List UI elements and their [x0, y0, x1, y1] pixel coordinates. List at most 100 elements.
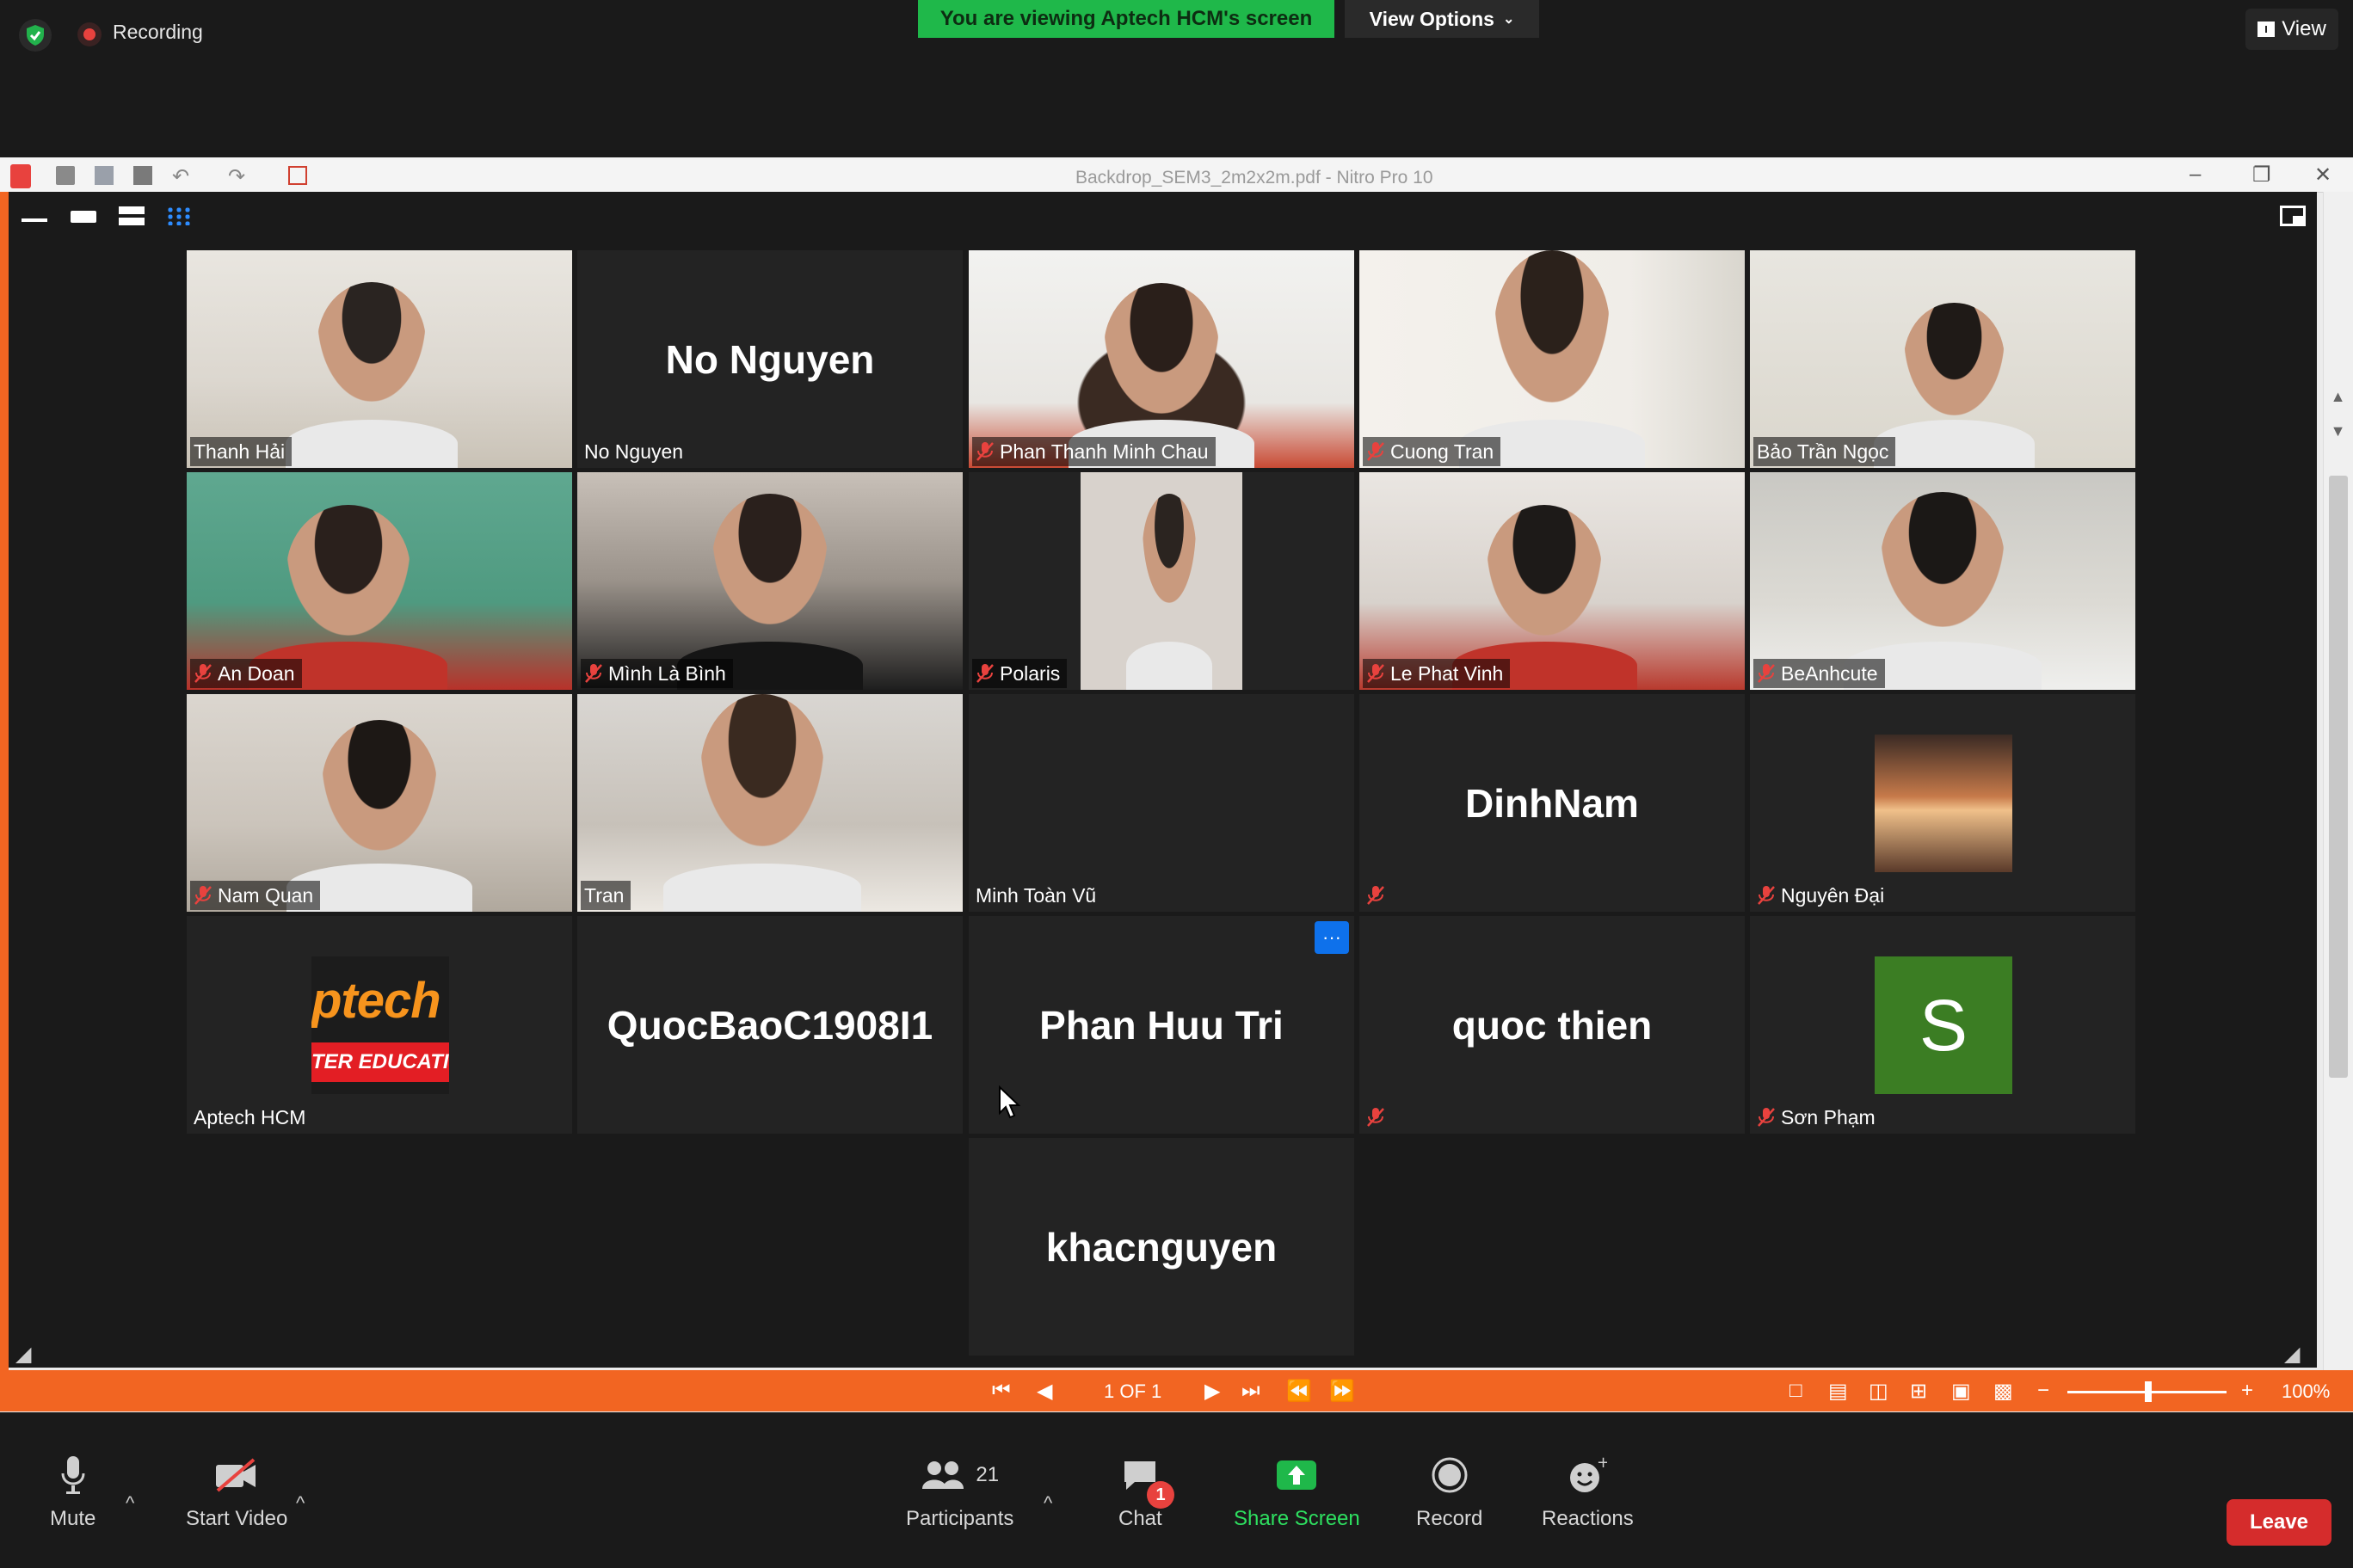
- view-options-button[interactable]: View Options ⌄: [1345, 0, 1539, 38]
- encryption-shield-icon[interactable]: [19, 19, 52, 52]
- muted-microphone-icon: [1366, 885, 1385, 906]
- view-button[interactable]: View: [2245, 9, 2338, 50]
- participant-name-label: Tran: [581, 881, 631, 910]
- chevron-down-icon: ⌄: [1502, 12, 1515, 27]
- nitro-title-bar: ↶ ↷ Backdrop_SEM3_2m2x2m.pdf - Nitro Pro…: [0, 157, 2353, 193]
- grid-view-icon: [2258, 22, 2276, 37]
- save-icon: [95, 166, 114, 185]
- participant-name: Sơn Phạm: [1781, 1105, 1876, 1128]
- participants-button[interactable]: 21 Participants: [906, 1454, 1013, 1531]
- participant-tile[interactable]: Thanh Hải: [187, 250, 572, 468]
- participant-name-label: Mình Là Bình: [581, 659, 733, 688]
- zoom-out-icon: −: [2037, 1379, 2050, 1402]
- participant-tile[interactable]: Polaris: [969, 472, 1354, 690]
- participant-tile[interactable]: Cuong Tran: [1359, 250, 1745, 468]
- participant-name-label: Nam Quan: [190, 881, 321, 910]
- aptech-logo: ptech TER EDUCATIO: [311, 956, 449, 1094]
- muted-microphone-icon: [976, 663, 995, 684]
- resize-handle-right[interactable]: ◢: [2284, 1342, 2300, 1367]
- first-page-icon: ⏮: [992, 1379, 1011, 1402]
- facing-view-icon: ◫: [1869, 1380, 1888, 1403]
- more-options-button[interactable]: ···: [1315, 921, 1349, 954]
- participant-tile[interactable]: Le Phat Vinh: [1359, 472, 1745, 690]
- exit-fullscreen-icon[interactable]: [2280, 206, 2306, 226]
- participant-tile[interactable]: Bảo Trần Ngọc: [1750, 250, 2135, 468]
- participant-tile[interactable]: quoc thien: [1359, 916, 1745, 1134]
- view-options-label: View Options: [1369, 7, 1494, 30]
- resize-handle-left[interactable]: ◢: [15, 1342, 31, 1367]
- participant-name: Le Phat Vinh: [1390, 661, 1504, 685]
- participant-name-label: Cuong Tran: [1363, 437, 1501, 466]
- participant-tile[interactable]: khacnguyen: [969, 1138, 1354, 1356]
- video-options-caret-icon[interactable]: ^: [296, 1492, 305, 1515]
- participant-figure: [1904, 302, 2005, 416]
- participant-video: [577, 472, 963, 690]
- recording-icon[interactable]: [77, 22, 102, 46]
- strip-view-icon[interactable]: [119, 206, 145, 225]
- participant-tile[interactable]: DinhNam: [1359, 694, 1745, 912]
- participant-name: BeAnhcute: [1781, 661, 1878, 685]
- speaker-view-icon[interactable]: [71, 206, 96, 225]
- participant-name: No Nguyen: [584, 440, 684, 463]
- participant-display-name: quoc thien: [1451, 1002, 1653, 1048]
- audio-options-caret-icon[interactable]: ^: [126, 1492, 134, 1515]
- close-icon: ✕: [2314, 163, 2332, 187]
- participant-tile[interactable]: Mình Là Bình: [577, 472, 963, 690]
- participant-name-label: Polaris: [972, 659, 1068, 688]
- participant-tile[interactable]: ptech TER EDUCATIOAptech HCM: [187, 916, 572, 1134]
- participant-tile[interactable]: Nam Quan: [187, 694, 572, 912]
- participant-body: [663, 864, 861, 912]
- participant-figure: [321, 720, 438, 852]
- scroll-up-icon: ▲: [2330, 387, 2346, 405]
- participant-name-label: No Nguyen: [581, 437, 690, 466]
- svg-text:+: +: [1597, 1455, 1607, 1472]
- mute-button[interactable]: Mute: [50, 1454, 95, 1531]
- forward-view-icon: ⏩: [1329, 1380, 1355, 1403]
- participant-tile[interactable]: Tran: [577, 694, 963, 912]
- participants-caret-icon[interactable]: ^: [1044, 1492, 1052, 1515]
- participant-tile[interactable]: Minh Toàn Vũ: [969, 694, 1354, 912]
- participant-name: Tran: [584, 883, 625, 907]
- muted-microphone-icon: [1366, 663, 1385, 684]
- participant-tile[interactable]: Phan Huu Tri ···: [969, 916, 1354, 1134]
- record-button[interactable]: Record: [1416, 1454, 1482, 1531]
- start-video-button[interactable]: Start Video: [186, 1454, 287, 1531]
- record-label: Record: [1416, 1507, 1483, 1530]
- split-view-icon: ▩: [1993, 1380, 2013, 1403]
- participant-name-label: Le Phat Vinh: [1363, 659, 1511, 688]
- participant-name-label: An Doan: [190, 659, 302, 688]
- leave-button[interactable]: Leave: [2227, 1499, 2331, 1546]
- participants-icon: 21: [921, 1454, 999, 1497]
- participant-display-name: khacnguyen: [1045, 1224, 1278, 1270]
- participant-display-name: QuocBaoC1908I1: [607, 1002, 933, 1048]
- participant-tile[interactable]: No Nguyen No Nguyen: [577, 250, 963, 468]
- participant-name-label: Nguyên Đại: [1753, 881, 1891, 910]
- participant-figure: [1486, 504, 1603, 636]
- participant-tile[interactable]: An Doan: [187, 472, 572, 690]
- participant-figure: [286, 504, 410, 636]
- participant-name: Cuong Tran: [1390, 440, 1494, 463]
- participant-body: [285, 420, 459, 468]
- participant-figure: [1881, 491, 2005, 627]
- participant-tile[interactable]: Nguyên Đại: [1750, 694, 2135, 912]
- window-title: Backdrop_SEM3_2m2x2m.pdf - Nitro Pro 10: [1075, 168, 1433, 188]
- continuous-view-icon: ▤: [1828, 1380, 1848, 1403]
- participant-tile[interactable]: S Sơn Phạm: [1750, 916, 2135, 1134]
- participant-video: [187, 472, 572, 690]
- facing-continuous-view-icon: ⊞: [1910, 1380, 1928, 1403]
- share-screen-button[interactable]: Share Screen: [1234, 1454, 1360, 1531]
- participant-name: Bảo Trần Ngọc: [1757, 440, 1889, 463]
- minimize-view-icon[interactable]: [22, 206, 47, 225]
- video-off-icon: [214, 1454, 259, 1497]
- back-view-icon: ⏪: [1286, 1380, 1312, 1403]
- gallery-grid-icon[interactable]: [166, 206, 192, 225]
- logo-subtext: TER EDUCATIO: [311, 1042, 449, 1082]
- participant-tile[interactable]: QuocBaoC1908I1: [577, 916, 963, 1134]
- reactions-label: Reactions: [1542, 1507, 1634, 1530]
- participant-tile[interactable]: BeAnhcute: [1750, 472, 2135, 690]
- undo-icon: ↶: [172, 165, 190, 188]
- participant-tile[interactable]: Phan Thanh Minh Chau: [969, 250, 1354, 468]
- record-icon: [1431, 1454, 1469, 1497]
- participant-name: Aptech HCM: [194, 1105, 306, 1128]
- reactions-button[interactable]: + Reactions: [1542, 1454, 1634, 1531]
